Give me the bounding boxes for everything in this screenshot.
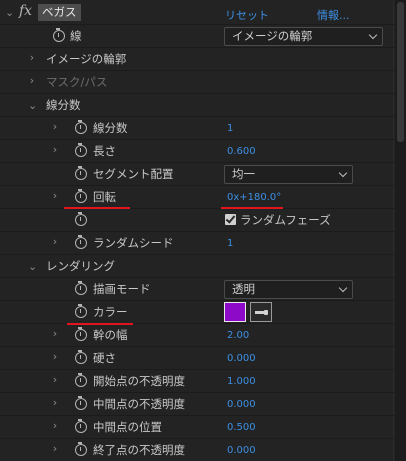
expand-chevron-icon[interactable]: › xyxy=(28,52,36,63)
stopwatch-icon[interactable] xyxy=(53,28,65,42)
stopwatch-icon[interactable] xyxy=(75,189,87,203)
stopwatch-icon[interactable] xyxy=(75,350,87,364)
expand-chevron-icon[interactable]: › xyxy=(51,144,59,155)
line-dropdown-value: イメージの輪郭 xyxy=(232,29,313,43)
end-opacity-value[interactable]: 0.000 xyxy=(227,445,256,457)
stopwatch-icon[interactable] xyxy=(75,166,87,180)
start-opacity-label: 開始点の不透明度 xyxy=(93,374,185,388)
reset-link[interactable]: リセット xyxy=(225,7,269,23)
segments-group-label: 線分数 xyxy=(46,98,81,112)
expand-chevron-icon[interactable]: › xyxy=(51,328,59,339)
end-opacity-row: › 終了点の不透明度 0.000 xyxy=(0,439,394,461)
mid-opacity-row: › 中間点の不透明度 0.000 xyxy=(0,393,394,416)
random-phase-row: ランダムフェーズ xyxy=(0,209,394,232)
line-label: 線 xyxy=(70,29,82,43)
mid-opacity-label: 中間点の不透明度 xyxy=(93,397,185,411)
expand-chevron-icon[interactable]: › xyxy=(28,75,36,86)
stopwatch-icon[interactable] xyxy=(75,120,87,134)
segment-distribution-dropdown[interactable]: 均一 xyxy=(224,165,353,184)
expand-chevron-icon[interactable]: › xyxy=(51,397,59,408)
expand-chevron-icon[interactable]: › xyxy=(51,374,59,385)
image-outline-row[interactable]: › イメージの輪郭 xyxy=(0,48,394,71)
hardness-label: 硬さ xyxy=(93,351,116,365)
blend-mode-row: 描画モード 透明 xyxy=(0,278,394,301)
rotation-value[interactable]: 0x+180.0° xyxy=(227,192,281,204)
expand-chevron-icon[interactable]: › xyxy=(51,190,59,201)
collapse-chevron-icon[interactable]: ⌄ xyxy=(28,100,37,111)
mid-opacity-value[interactable]: 0.000 xyxy=(227,399,256,411)
width-value[interactable]: 2.00 xyxy=(227,330,249,342)
mask-path-label: マスク/パス xyxy=(46,75,108,89)
blend-mode-dropdown[interactable]: 透明 xyxy=(224,280,353,299)
random-seed-row: › ランダムシード 1 xyxy=(0,232,394,255)
segments-label: 線分数 xyxy=(93,121,128,135)
stopwatch-icon[interactable] xyxy=(75,235,87,249)
segments-row: › 線分数 1 xyxy=(0,117,394,140)
stopwatch-icon[interactable] xyxy=(75,419,87,433)
scrollbar-thumb[interactable] xyxy=(397,2,404,142)
random-seed-label: ランダムシード xyxy=(93,236,174,250)
expand-chevron-icon[interactable]: › xyxy=(51,121,59,132)
image-outline-label: イメージの輪郭 xyxy=(46,52,127,66)
eyedropper-icon[interactable] xyxy=(250,302,272,322)
stopwatch-icon[interactable] xyxy=(75,442,87,456)
color-row: カラー xyxy=(0,301,394,325)
width-row: › 幹の幅 2.00 xyxy=(0,324,394,347)
collapse-chevron-icon[interactable]: ⌄ xyxy=(5,7,14,18)
stopwatch-icon[interactable] xyxy=(75,143,87,157)
mid-position-label: 中間点の位置 xyxy=(93,420,162,434)
stopwatch-icon[interactable] xyxy=(75,281,87,295)
expand-chevron-icon[interactable]: › xyxy=(51,443,59,454)
color-swatch[interactable] xyxy=(224,302,246,322)
hardness-value[interactable]: 0.000 xyxy=(227,353,256,365)
collapse-chevron-icon[interactable]: ⌄ xyxy=(28,261,37,272)
stopwatch-icon[interactable] xyxy=(75,373,87,387)
effect-name[interactable]: ベガス xyxy=(38,4,81,21)
random-phase-checkbox[interactable] xyxy=(225,214,236,225)
end-opacity-label: 終了点の不透明度 xyxy=(93,443,185,457)
mid-position-row: › 中間点の位置 0.500 xyxy=(0,416,394,439)
chevron-down-icon xyxy=(338,283,348,293)
chevron-down-icon xyxy=(338,168,348,178)
stopwatch-icon[interactable] xyxy=(75,304,87,318)
mid-position-value[interactable]: 0.500 xyxy=(227,422,256,434)
line-row: 線 イメージの輪郭 xyxy=(0,25,394,48)
mask-path-row[interactable]: › マスク/パス xyxy=(0,71,394,94)
rendering-group-row[interactable]: ⌄ レンダリング xyxy=(0,255,394,278)
segment-distribution-row: セグメント配置 均一 xyxy=(0,163,394,186)
rendering-group-label: レンダリング xyxy=(46,259,115,273)
length-label: 長さ xyxy=(93,144,116,158)
blend-mode-value: 透明 xyxy=(232,282,255,296)
expand-chevron-icon[interactable]: › xyxy=(51,236,59,247)
expand-chevron-icon[interactable]: › xyxy=(51,351,59,362)
effect-header-row: ⌄ fx ベガス リセット 情報... xyxy=(0,0,394,25)
about-link[interactable]: 情報... xyxy=(317,7,350,23)
eyedropper-tip xyxy=(264,310,268,315)
rotation-row: › 回転 0x+180.0° xyxy=(0,186,394,209)
chevron-down-icon xyxy=(368,30,378,40)
segment-distribution-value: 均一 xyxy=(232,167,255,181)
effect-controls-panel: ⌄ fx ベガス リセット 情報... 線 イメージの輪郭 › イメージの輪郭 … xyxy=(0,0,394,461)
stopwatch-icon[interactable] xyxy=(75,212,87,226)
stopwatch-icon[interactable] xyxy=(75,327,87,341)
length-row: › 長さ 0.600 xyxy=(0,140,394,163)
hardness-row: › 硬さ 0.000 xyxy=(0,347,394,370)
color-label: カラー xyxy=(93,305,128,319)
start-opacity-value[interactable]: 1.000 xyxy=(227,376,256,388)
random-phase-label[interactable]: ランダムフェーズ xyxy=(240,213,331,227)
vertical-scrollbar[interactable] xyxy=(395,0,406,461)
line-dropdown[interactable]: イメージの輪郭 xyxy=(224,27,383,46)
width-label: 幹の幅 xyxy=(93,328,128,342)
start-opacity-row: › 開始点の不透明度 1.000 xyxy=(0,370,394,393)
segments-group-row[interactable]: ⌄ 線分数 xyxy=(0,94,394,117)
rotation-label: 回転 xyxy=(93,190,116,204)
stopwatch-icon[interactable] xyxy=(75,396,87,410)
segments-value[interactable]: 1 xyxy=(227,123,233,135)
expand-chevron-icon[interactable]: › xyxy=(51,420,59,431)
blend-mode-label: 描画モード xyxy=(93,282,151,296)
fx-icon[interactable]: fx xyxy=(19,3,32,19)
length-value[interactable]: 0.600 xyxy=(227,146,256,158)
segment-distribution-label: セグメント配置 xyxy=(93,167,174,181)
random-seed-value[interactable]: 1 xyxy=(227,238,233,250)
